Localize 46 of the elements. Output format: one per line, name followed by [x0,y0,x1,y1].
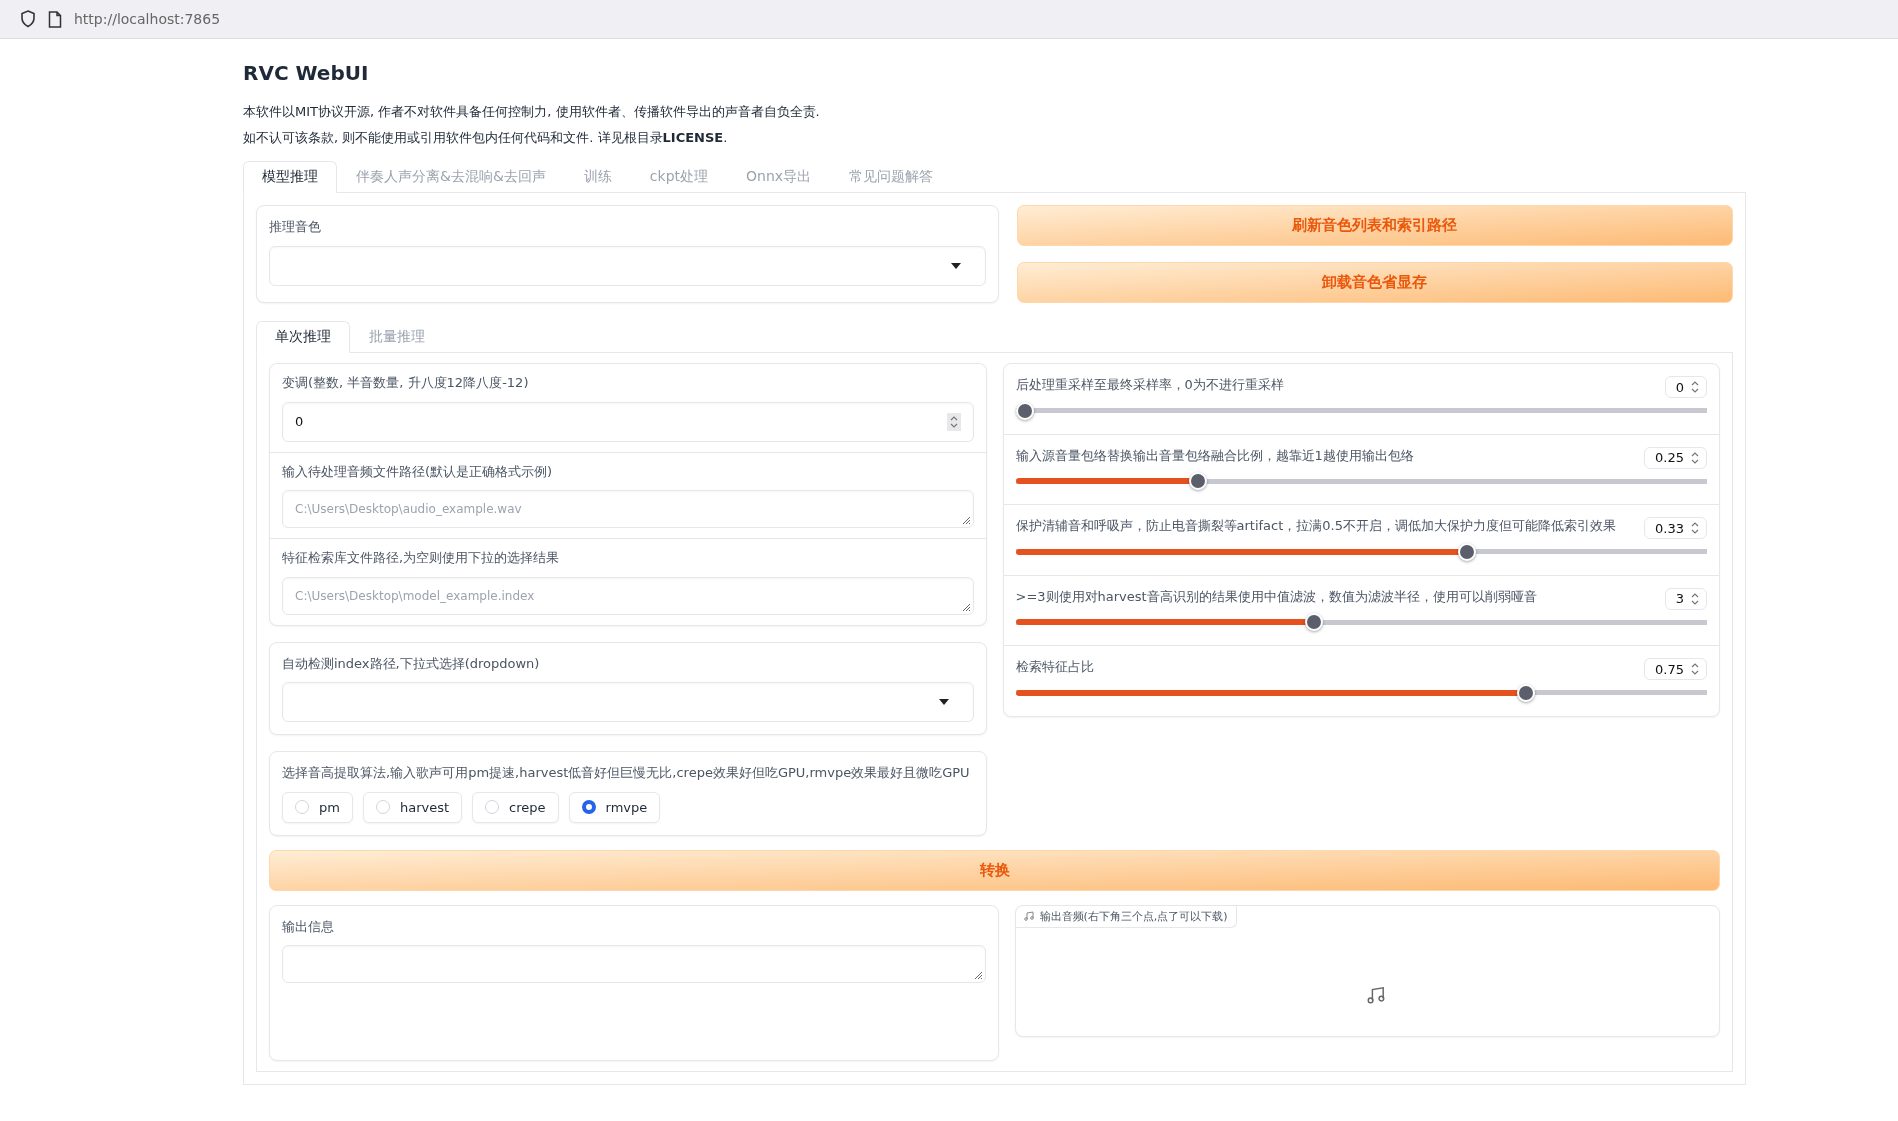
number-field[interactable]: 0 [1664,376,1707,398]
field-label: 输入待处理音频文件路径(默认是正确格式示例) [282,462,554,481]
radio-option[interactable]: harvest [362,791,463,823]
number-field[interactable]: 0 [282,401,974,442]
slider-thumb[interactable] [1188,472,1207,491]
slider-thumb[interactable] [1458,542,1476,561]
radio-option[interactable]: pm [282,791,353,823]
radio-option[interactable]: crepe [472,791,559,823]
text-area[interactable]: C:\Users\Desktop\audio_example.wav [282,490,974,529]
slider-thumb[interactable] [1516,683,1535,702]
field-label: 选择音高提取算法,输入歌声可用pm提速,harvest低音好但巨慢无比,crepe效果好但吃GPU,rmvpe效果最好且微吃GPU [282,764,971,782]
number-field[interactable]: 0.75 [1644,658,1707,681]
shield-icon [20,10,36,28]
field-label: 特征检索库文件路径,为空则使用下拉的选择结果 [282,549,561,567]
slider-label: 保护清辅音和呼吸声，防止电音撕裂等artifact，拉满0.5不开启，调低加大保护力度但可能降低索引效果 [1015,517,1616,535]
slider-label: 检索特征占比 [1015,658,1094,676]
field-label: 自动检测index路径,下拉式选择(dropdown) [282,654,541,673]
field-label: 推理音色 [269,218,322,236]
caret-icon [938,699,949,706]
page-icon [48,10,62,28]
radio-option[interactable]: rmvpe [568,791,661,823]
spinner-icon [1690,379,1700,395]
slider-label: >=3则使用对harvest音高识别的结果使用中值滤波，数值为滤波半径，使用可以削弱哑音 [1015,587,1537,606]
resize-handle-icon [961,602,971,612]
resize-handle-icon [961,516,971,526]
caret-icon [950,262,961,269]
slider-thumb[interactable] [1305,613,1324,632]
field-label: 输出信息 [282,917,335,936]
audio-label-text: 输出音频(右下角三个点,点了可以下载) [1039,908,1228,924]
text-area[interactable]: C:\Users\Desktop\model_example.index [282,576,974,615]
notice-text: 本软件以MIT协议开源, 作者不对软件具备任何控制力, 使用软件者、传播软件导出的声音者自负全责. [243,103,821,121]
number-field[interactable]: 0.25 [1644,446,1707,469]
slider-label: 输入源音量包络替换输出音量包络融合比例，越靠近1越使用输出包络 [1015,446,1414,465]
page-title: RVC WebUI [243,61,370,85]
slider-thumb[interactable] [1015,401,1034,420]
slider-label: 后处理重采样至最终采样率，0为不进行重采样 [1015,376,1284,394]
music-note-icon [1023,911,1034,922]
number-field[interactable]: 3 [1664,587,1707,610]
spinner-icon [946,412,961,431]
notice-text: 如不认可该条款, 则不能使用或引用软件包内任何代码和文件. 详见根目录LICENSE. [243,129,729,147]
tab[interactable]: 模型推理 [243,161,337,193]
field-label: 变调(整数, 半音数量, 升八度12降八度-12) [282,374,530,392]
music-note-icon [1367,985,1386,1004]
number-field[interactable]: 0.33 [1644,517,1707,540]
resize-handle-icon [973,971,983,981]
tab[interactable]: 单次推理 [256,321,350,353]
